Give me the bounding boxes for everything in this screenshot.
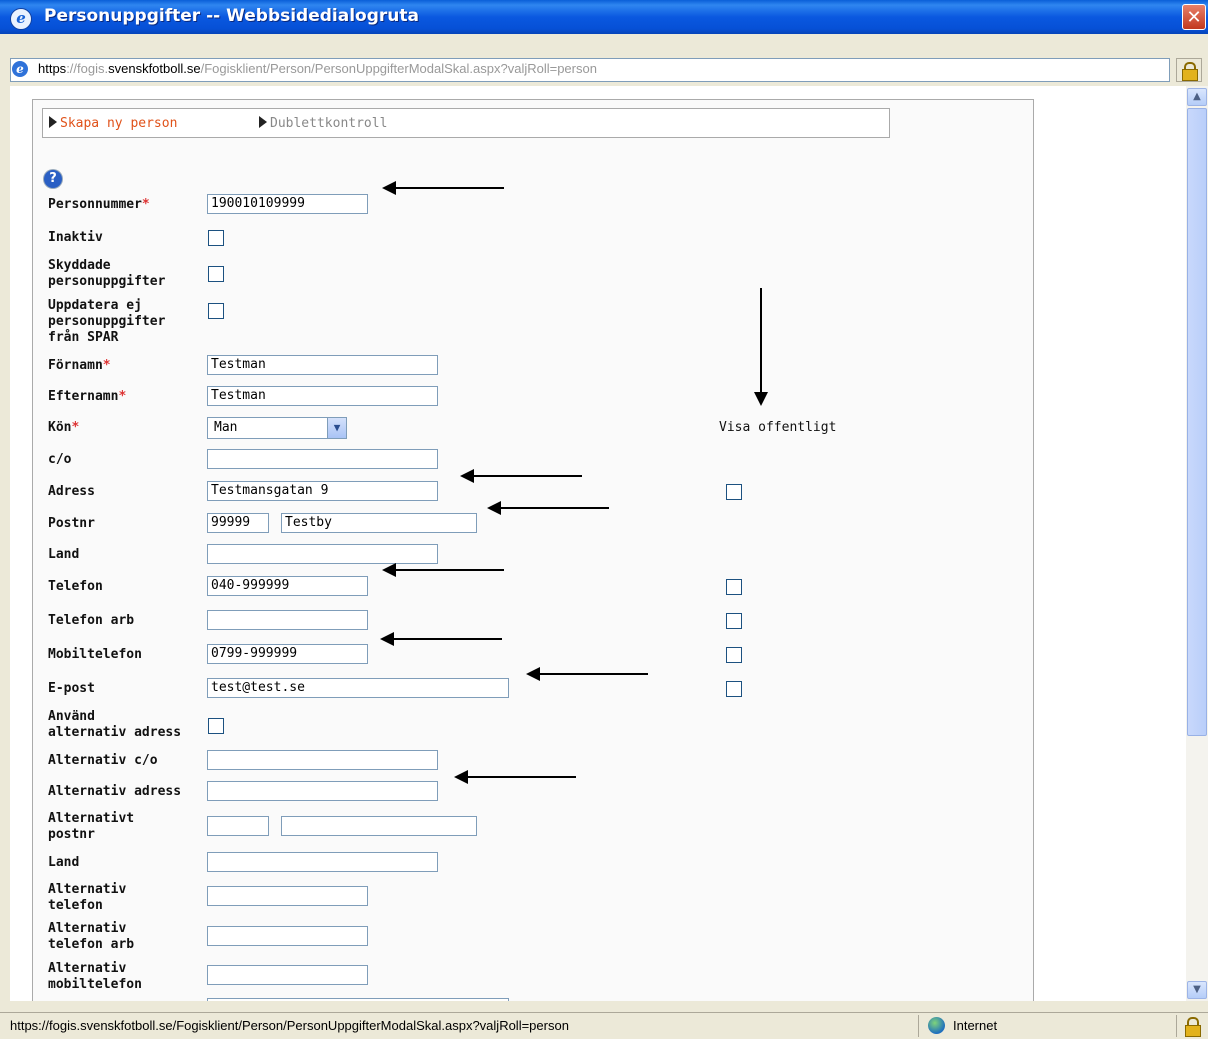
land-label: Land <box>48 547 80 562</box>
co-input[interactable] <box>207 449 438 469</box>
visa-offentligt-heading: Visa offentligt <box>719 420 837 435</box>
globe-icon <box>928 1017 945 1034</box>
vertical-scrollbar[interactable]: ▲ ▼ <box>1186 86 1208 1001</box>
telefon-arb-label: Telefon arb <box>48 613 135 628</box>
alt-postnr-input[interactable] <box>207 816 269 836</box>
chevron-down-icon[interactable]: ▼ <box>327 418 346 438</box>
close-button[interactable]: ✕ <box>1182 4 1206 30</box>
uppdatera-checkbox[interactable] <box>208 303 224 319</box>
anvand-alt-checkbox[interactable] <box>208 718 224 734</box>
action-menu: Skapa ny person Dublettkontroll <box>42 108 890 138</box>
partial-input[interactable] <box>207 998 509 1001</box>
fornamn-input[interactable]: Testman <box>207 355 438 375</box>
alt-co-input[interactable] <box>207 750 438 770</box>
page-viewport: Skapa ny person Dublettkontroll ? Person… <box>10 86 1186 1001</box>
kon-selected-value: Man <box>214 420 238 435</box>
security-lock-icon[interactable] <box>1176 58 1202 82</box>
alt-telefon-arb-label: Alternativ telefon arb <box>48 921 135 952</box>
postnr-label: Postnr <box>48 516 95 531</box>
alt-adress-input[interactable] <box>207 781 438 801</box>
telefon-label: Telefon <box>48 579 103 594</box>
security-zone: Internet <box>953 1018 998 1033</box>
annotation-arrow <box>487 501 609 515</box>
telefon-public-checkbox[interactable] <box>726 579 742 595</box>
skyddade-checkbox[interactable] <box>208 266 224 282</box>
status-divider <box>1176 1015 1177 1037</box>
ie-icon: e <box>10 8 32 30</box>
uppdatera-label: Uppdatera ej personuppgifter från SPAR <box>48 298 166 345</box>
fornamn-label: Förnamn* <box>48 358 111 373</box>
alt-adress-label: Alternativ adress <box>48 784 182 799</box>
telefon-arb-input[interactable] <box>207 610 368 630</box>
address-url: https://fogis.svenskfotboll.se/Fogisklie… <box>38 61 597 76</box>
status-bar: https://fogis.svenskfotboll.se/Fogisklie… <box>0 1012 1208 1039</box>
alt-telefon-input[interactable] <box>207 886 368 906</box>
menu-create-label: Skapa ny person <box>60 116 178 131</box>
menu-duplicate-label: Dublettkontroll <box>270 116 388 131</box>
alt-ort-input[interactable] <box>281 816 477 836</box>
anvand-alt-label: Använd alternativ adress <box>48 709 182 740</box>
mobiltelefon-label: Mobiltelefon <box>48 647 142 662</box>
personnummer-label: Personnummer* <box>48 197 150 212</box>
alt-mobil-label: Alternativ mobiltelefon <box>48 961 142 992</box>
annotation-arrow <box>454 770 576 784</box>
kon-label: Kön* <box>48 420 80 435</box>
menu-create-person[interactable]: Skapa ny person <box>49 116 177 131</box>
co-label: c/o <box>48 452 72 467</box>
telefon-input[interactable]: 040-999999 <box>207 576 368 596</box>
triangle-icon <box>49 116 57 128</box>
alt-telefon-label: Alternativ telefon <box>48 882 127 913</box>
postnr-input[interactable]: 99999 <box>207 513 269 533</box>
personnummer-input[interactable]: 190010109999 <box>207 194 368 214</box>
title-bar: e Personuppgifter -- Webbsidedialogruta … <box>0 0 1208 34</box>
inaktiv-label: Inaktiv <box>48 230 103 245</box>
status-url: https://fogis.svenskfotboll.se/Fogisklie… <box>10 1018 569 1033</box>
status-divider <box>918 1015 919 1037</box>
annotation-arrow <box>382 563 504 577</box>
alt-land-label: Land <box>48 855 80 870</box>
help-icon[interactable]: ? <box>44 170 62 188</box>
epost-label: E-post <box>48 681 95 696</box>
triangle-icon <box>259 116 267 128</box>
scroll-down-icon[interactable]: ▼ <box>1187 981 1207 999</box>
alt-telefon-arb-input[interactable] <box>207 926 368 946</box>
annotation-arrow <box>526 667 648 681</box>
alt-mobil-input[interactable] <box>207 965 368 985</box>
form-panel <box>32 99 1034 1001</box>
menu-duplicate-check[interactable]: Dublettkontroll <box>259 116 387 131</box>
window-title: Personuppgifter -- Webbsidedialogruta <box>44 6 419 26</box>
adress-input[interactable]: Testmansgatan 9 <box>207 481 438 501</box>
annotation-arrow <box>460 469 582 483</box>
epost-public-checkbox[interactable] <box>726 681 742 697</box>
efternamn-input[interactable]: Testman <box>207 386 438 406</box>
mobiltelefon-public-checkbox[interactable] <box>726 647 742 663</box>
alt-postnr-label: Alternativt postnr <box>48 811 135 842</box>
land-input[interactable] <box>207 544 438 564</box>
skyddade-label: Skyddade personuppgifter <box>48 258 166 289</box>
mobiltelefon-input[interactable]: 0799-999999 <box>207 644 368 664</box>
alt-land-input[interactable] <box>207 852 438 872</box>
alt-co-label: Alternativ c/o <box>48 753 158 768</box>
adress-public-checkbox[interactable] <box>726 484 742 500</box>
page-icon: e <box>12 61 28 77</box>
adress-label: Adress <box>48 484 95 499</box>
scrollbar-thumb[interactable] <box>1187 108 1207 736</box>
scroll-up-icon[interactable]: ▲ <box>1187 88 1207 106</box>
annotation-arrow <box>382 181 504 195</box>
efternamn-label: Efternamn* <box>48 389 127 404</box>
status-lock-icon[interactable] <box>1182 1016 1202 1037</box>
annotation-arrow-down <box>754 288 768 406</box>
ort-input[interactable]: Testby <box>281 513 477 533</box>
telefon-arb-public-checkbox[interactable] <box>726 613 742 629</box>
annotation-arrow <box>380 632 502 646</box>
inaktiv-checkbox[interactable] <box>208 230 224 246</box>
kon-select[interactable]: Man ▼ <box>207 417 347 439</box>
epost-input[interactable]: test@test.se <box>207 678 509 698</box>
